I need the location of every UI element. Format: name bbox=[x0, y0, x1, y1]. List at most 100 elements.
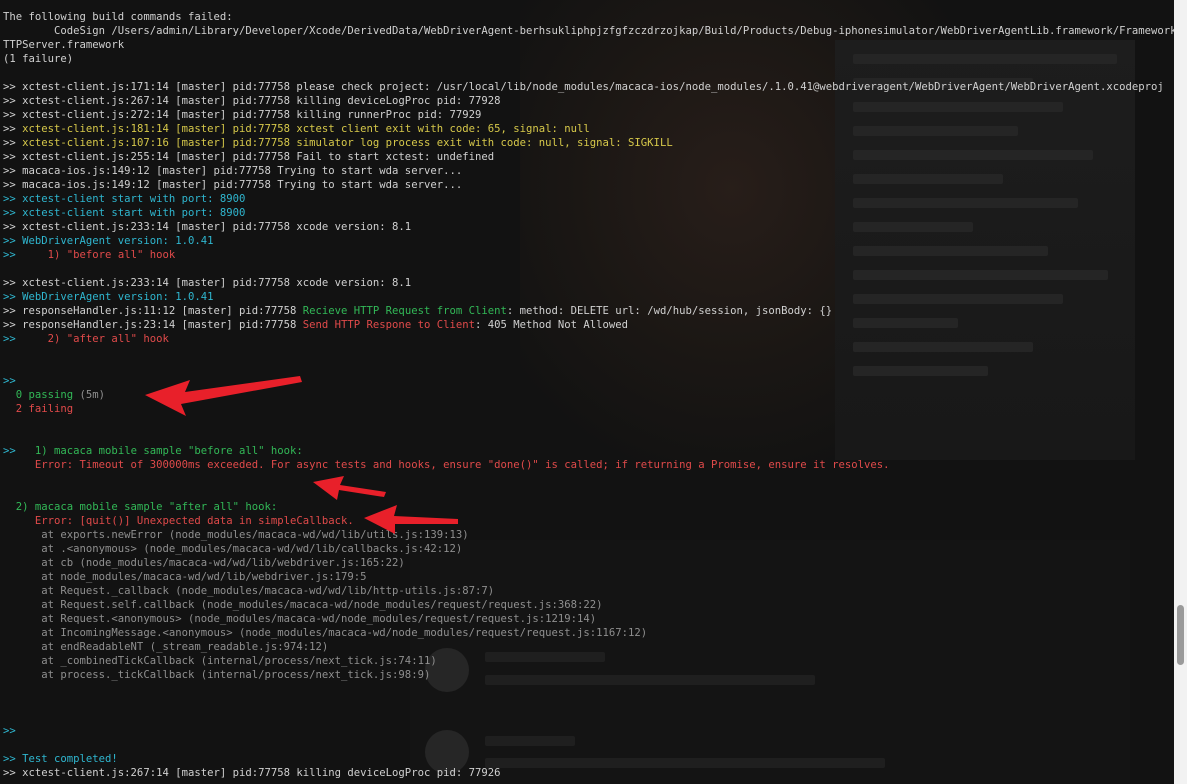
terminal-text: >> bbox=[3, 137, 23, 149]
terminal-line: at _combinedTickCallback (internal/proce… bbox=[3, 654, 1174, 668]
scrollbar-thumb[interactable] bbox=[1177, 605, 1184, 665]
terminal-line: >> responseHandler.js:23:14 [master] pid… bbox=[3, 318, 1174, 332]
terminal-text: >> xctest-client.js:171:14 [master] pid:… bbox=[3, 81, 1164, 93]
terminal-text: Error: Timeout of 300000ms exceeded. For… bbox=[3, 459, 890, 471]
terminal-line: >> macaca-ios.js:149:12 [master] pid:777… bbox=[3, 164, 1174, 178]
scrollbar[interactable] bbox=[1174, 0, 1187, 784]
terminal-line: >> Test completed! bbox=[3, 752, 1174, 766]
terminal-text: at Request.<anonymous> (node_modules/mac… bbox=[3, 613, 597, 625]
terminal-text: The following build commands failed: bbox=[3, 11, 233, 23]
terminal-text: >> bbox=[3, 445, 16, 457]
terminal-text: TTPServer.framework bbox=[3, 39, 125, 51]
terminal-line: at Request.<anonymous> (node_modules/mac… bbox=[3, 612, 1174, 626]
terminal-text: >> xctest-client.js:272:14 [master] pid:… bbox=[3, 109, 482, 121]
terminal-line: Error: [quit()] Unexpected data in simpl… bbox=[3, 514, 1174, 528]
terminal-line: >> xctest-client.js:267:14 [master] pid:… bbox=[3, 94, 1174, 108]
terminal-line: at process._tickCallback (internal/proce… bbox=[3, 668, 1174, 682]
terminal-text: at cb (node_modules/macaca-wd/wd/lib/web… bbox=[3, 557, 405, 569]
terminal-line: >> xctest-client start with port: 8900 bbox=[3, 192, 1174, 206]
terminal-text: at IncomingMessage.<anonymous> (node_mod… bbox=[3, 627, 648, 639]
terminal-text: 1) macaca mobile sample "before all" hoo… bbox=[15, 445, 303, 457]
terminal-text: (1 failure) bbox=[3, 53, 74, 65]
terminal-text: >> xctest-client.js:267:14 [master] pid:… bbox=[3, 767, 501, 779]
terminal-line: >> bbox=[3, 374, 1174, 388]
terminal-line: >> xctest-client.js:233:14 [master] pid:… bbox=[3, 276, 1174, 290]
terminal-text: xctest-client.js:181:14 [master] pid:777… bbox=[22, 123, 590, 135]
terminal-text: 2) macaca mobile sample "after all" hook… bbox=[3, 501, 278, 513]
terminal-text: at .<anonymous> (node_modules/macaca-wd/… bbox=[3, 543, 463, 555]
terminal-line: >> xctest-client.js:181:14 [master] pid:… bbox=[3, 122, 1174, 136]
terminal-text: (5m) bbox=[73, 389, 106, 401]
terminal-line: at endReadableNT (_stream_readable.js:97… bbox=[3, 640, 1174, 654]
terminal-text: >> bbox=[3, 333, 16, 345]
terminal-line: >> 1) "before all" hook bbox=[3, 248, 1174, 262]
terminal-line: >> 1) macaca mobile sample "before all" … bbox=[3, 444, 1174, 458]
terminal-text: 2) "after all" hook bbox=[15, 333, 169, 345]
terminal-text: : 405 Method Not Allowed bbox=[474, 319, 629, 331]
terminal-text: >> xctest-client.js:267:14 [master] pid:… bbox=[3, 95, 501, 107]
terminal-line: 2 failing bbox=[3, 402, 1174, 416]
terminal-line: at node_modules/macaca-wd/wd/lib/webdriv… bbox=[3, 570, 1174, 584]
terminal-line: The following build commands failed: bbox=[3, 10, 1174, 24]
terminal-text: >> macaca-ios.js:149:12 [master] pid:777… bbox=[3, 179, 463, 191]
terminal-text: Recieve HTTP Request from Client bbox=[302, 305, 507, 317]
terminal-text: xctest-client.js:107:16 [master] pid:777… bbox=[22, 137, 673, 149]
terminal-text: >> xctest-client start with port: 8900 bbox=[3, 193, 246, 205]
terminal-line: >> bbox=[3, 724, 1174, 738]
terminal-text: >> xctest-client.js:233:14 [master] pid:… bbox=[3, 277, 412, 289]
terminal-text: at Request.self.callback (node_modules/m… bbox=[3, 599, 603, 611]
terminal-text: CodeSign /Users/admin/Library/Developer/… bbox=[3, 25, 1174, 37]
terminal-line: Error: Timeout of 300000ms exceeded. For… bbox=[3, 458, 1174, 472]
terminal-text: 0 passing bbox=[3, 389, 74, 401]
terminal-line: at cb (node_modules/macaca-wd/wd/lib/web… bbox=[3, 556, 1174, 570]
terminal-line: 2) macaca mobile sample "after all" hook… bbox=[3, 500, 1174, 514]
terminal-text: at exports.newError (node_modules/macaca… bbox=[3, 529, 469, 541]
terminal-line: >> xctest-client start with port: 8900 bbox=[3, 206, 1174, 220]
terminal-line: >> responseHandler.js:11:12 [master] pid… bbox=[3, 304, 1174, 318]
terminal-text: >> xctest-client.js:233:14 [master] pid:… bbox=[3, 221, 412, 233]
terminal-line: >> xctest-client.js:233:14 [master] pid:… bbox=[3, 220, 1174, 234]
terminal-line: (1 failure) bbox=[3, 52, 1174, 66]
terminal-line: >> xctest-client.js:171:14 [master] pid:… bbox=[3, 80, 1174, 94]
terminal-line: >> xctest-client.js:255:14 [master] pid:… bbox=[3, 150, 1174, 164]
terminal-text: >> xctest-client start with port: 8900 bbox=[3, 207, 246, 219]
terminal-line: >> 2) "after all" hook bbox=[3, 332, 1174, 346]
terminal-text: Error: [quit()] Unexpected data in simpl… bbox=[3, 515, 354, 527]
terminal-text: at _combinedTickCallback (internal/proce… bbox=[3, 655, 437, 667]
terminal-text: >> bbox=[3, 123, 23, 135]
terminal-line: at Request.self.callback (node_modules/m… bbox=[3, 598, 1174, 612]
terminal-text: at node_modules/macaca-wd/wd/lib/webdriv… bbox=[3, 571, 367, 583]
terminal-text: >> responseHandler.js:11:12 [master] pid… bbox=[3, 305, 303, 317]
terminal-text: >> bbox=[3, 375, 16, 387]
terminal-line: at .<anonymous> (node_modules/macaca-wd/… bbox=[3, 542, 1174, 556]
terminal-line: 0 passing (5m) bbox=[3, 388, 1174, 402]
terminal-text: >> responseHandler.js:23:14 [master] pid… bbox=[3, 319, 303, 331]
terminal-text: 1) "before all" hook bbox=[15, 249, 176, 261]
terminal-text: >> WebDriverAgent version: 1.0.41 bbox=[3, 291, 214, 303]
terminal-text: >> WebDriverAgent version: 1.0.41 bbox=[3, 235, 214, 247]
terminal-text: at endReadableNT (_stream_readable.js:97… bbox=[3, 641, 329, 653]
terminal-text: at process._tickCallback (internal/proce… bbox=[3, 669, 431, 681]
terminal-line: at exports.newError (node_modules/macaca… bbox=[3, 528, 1174, 542]
terminal-line: >> xctest-client.js:272:14 [master] pid:… bbox=[3, 108, 1174, 122]
terminal-line: TTPServer.framework bbox=[3, 38, 1174, 52]
terminal-text: at Request._callback (node_modules/macac… bbox=[3, 585, 495, 597]
terminal-line: at Request._callback (node_modules/macac… bbox=[3, 584, 1174, 598]
terminal-line: >> macaca-ios.js:149:12 [master] pid:777… bbox=[3, 178, 1174, 192]
terminal-line: >> xctest-client.js:267:14 [master] pid:… bbox=[3, 766, 1174, 780]
terminal-text: Send HTTP Respone to Client bbox=[302, 319, 475, 331]
terminal-text: 2 failing bbox=[3, 403, 74, 415]
terminal-line: at IncomingMessage.<anonymous> (node_mod… bbox=[3, 626, 1174, 640]
terminal-text: >> Test completed! bbox=[3, 753, 118, 765]
